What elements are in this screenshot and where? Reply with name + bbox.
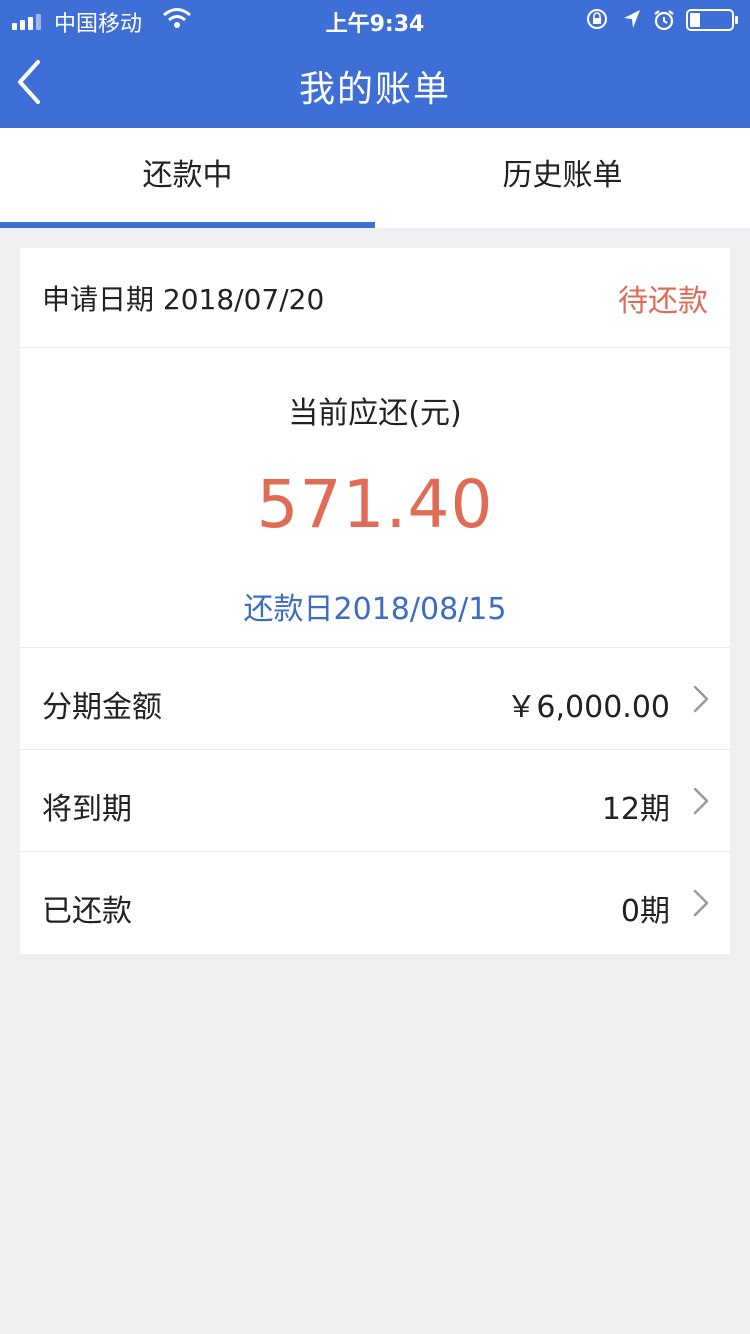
row-label: 将到期 [42,792,132,827]
top-bar: 中国移动 上午9:34 我的账单 [0,0,750,128]
bill-card: 申请日期 2018/07/20 待还款 当前应还(元) 571.40 还款日20… [20,248,730,954]
nav-bar: 我的账单 [0,40,750,128]
amount-section: 当前应还(元) 571.40 还款日2018/08/15 [20,348,730,648]
amount-label: 当前应还(元) [288,396,462,431]
row-upcoming-due[interactable]: 将到期 12期 [20,750,730,852]
row-label: 分期金额 [42,690,162,725]
chevron-right-icon [693,685,709,713]
tab-history[interactable]: 历史账单 [375,128,750,228]
chevron-right-icon [693,787,709,815]
apply-date: 申请日期 2018/07/20 [42,283,325,316]
row-installment-amount[interactable]: 分期金额 ￥6,000.00 [20,648,730,750]
row-label: 已还款 [42,894,132,929]
alarm-icon [654,10,674,31]
battery-icon [686,9,738,31]
active-tab-indicator [0,222,375,228]
row-value: ￥6,000.00 [506,690,670,725]
due-date: 还款日2018/08/15 [243,592,507,627]
tab-bar: 还款中 历史账单 [0,128,750,228]
row-repaid[interactable]: 已还款 0期 [20,852,730,954]
status-bar: 中国移动 上午9:34 [0,0,750,40]
page-title: 我的账单 [298,69,451,110]
chevron-right-icon [693,889,709,917]
tab-repaying[interactable]: 还款中 [0,128,375,228]
row-value: 0期 [620,894,670,929]
bill-header: 申请日期 2018/07/20 待还款 [20,248,730,348]
status-badge: 待还款 [618,284,708,319]
row-value: 12期 [601,792,670,827]
amount-value: 571.40 [256,466,494,543]
rotation-lock-icon [587,9,607,29]
location-icon [624,10,640,28]
